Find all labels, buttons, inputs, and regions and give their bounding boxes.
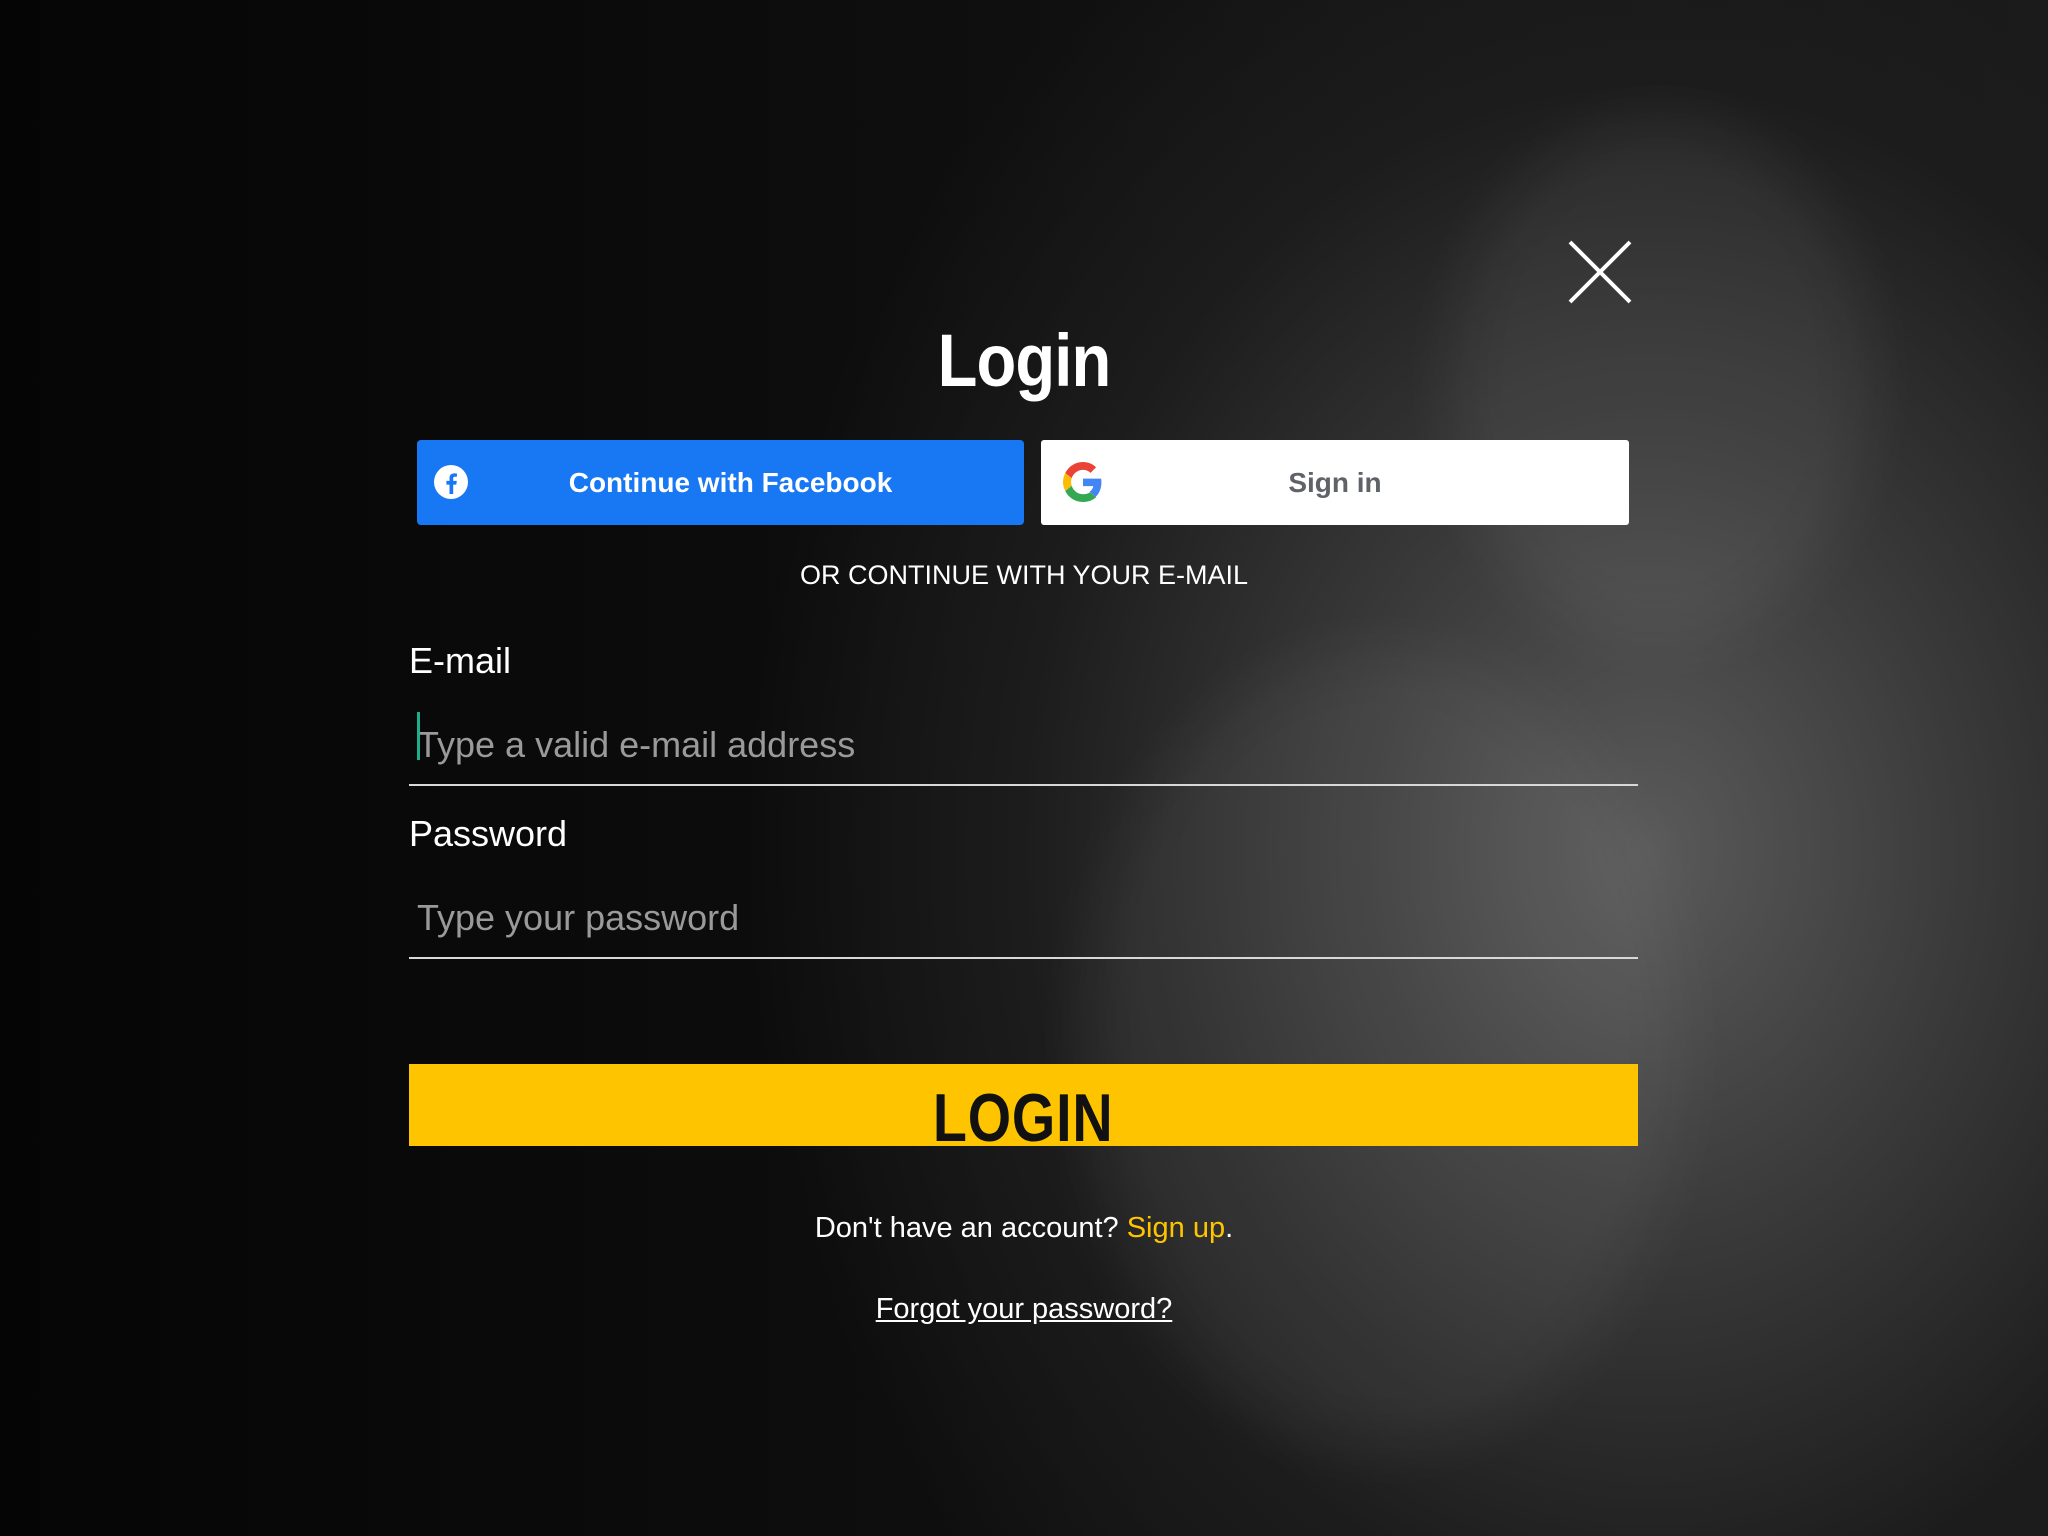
forgot-password-link[interactable]: Forgot your password? (876, 1293, 1173, 1325)
text-cursor (417, 712, 420, 760)
close-icon (1568, 240, 1632, 304)
email-divider-text: OR CONTINUE WITH YOUR E-MAIL (799, 560, 1249, 590)
password-field[interactable] (409, 879, 1638, 959)
signup-suffix: . (1225, 1212, 1234, 1244)
signup-prompt: Don't have an account? Sign up. (0, 1212, 2048, 1245)
google-icon (1063, 462, 1102, 502)
google-sign-in-button[interactable]: Sign in (1041, 440, 1629, 525)
close-button[interactable] (1564, 236, 1636, 308)
login-button[interactable]: LOGIN (409, 1064, 1638, 1146)
login-button-label: LOGIN (933, 1080, 1114, 1146)
continue-with-facebook-button[interactable]: Continue with Facebook (417, 440, 1024, 525)
no-account-text: Don't have an account? (814, 1212, 1127, 1244)
login-screen: Login Continue with Facebook Sign in OR … (0, 0, 2048, 1536)
page-title: Login (937, 319, 1112, 402)
signup-link[interactable]: Sign up (1127, 1212, 1225, 1244)
facebook-button-label: Continue with Facebook (568, 466, 893, 498)
email-label: E-mail (409, 640, 512, 681)
email-field[interactable] (409, 706, 1638, 786)
forgot-password-container: Forgot your password? (0, 1293, 2048, 1326)
password-label: Password (409, 813, 568, 854)
facebook-icon (434, 465, 468, 499)
google-button-label: Sign in (1288, 466, 1382, 498)
